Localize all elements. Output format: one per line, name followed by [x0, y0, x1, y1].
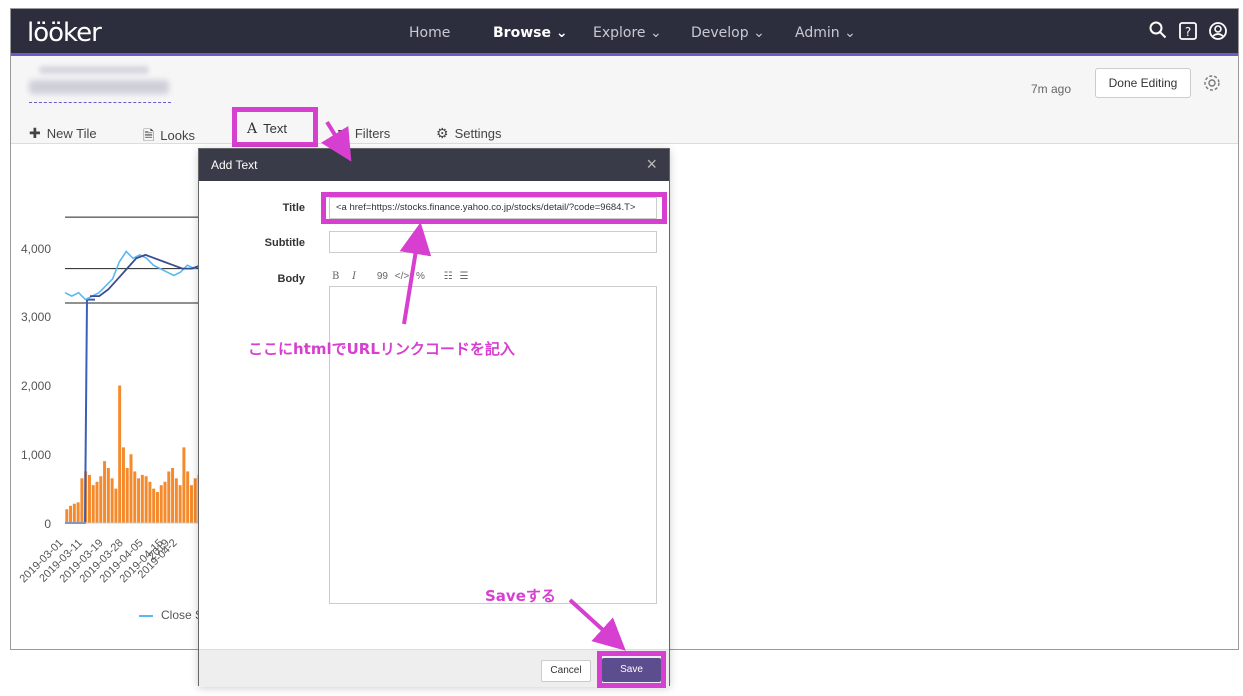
legend-swatch: [139, 615, 153, 617]
body-label: Body: [277, 273, 306, 285]
looker-logo[interactable]: lööker: [27, 18, 102, 48]
volume-bar: [182, 447, 186, 523]
volume-bar: [186, 471, 190, 523]
filters-button[interactable]: ▼ Filters: [335, 125, 390, 141]
title-edit-underline: [29, 102, 171, 103]
volume-bar: [69, 505, 73, 523]
settings-button[interactable]: ⚙ Settings: [436, 125, 502, 142]
volume-bar: [174, 478, 178, 523]
volume-bar: [137, 478, 141, 523]
save-note-annotation: Saveする: [485, 587, 556, 605]
search-icon[interactable]: [1146, 21, 1170, 45]
volume-bar: [152, 488, 156, 523]
chart-plot: [64, 216, 202, 524]
close-series-line: [64, 250, 202, 301]
volume-bar: [155, 492, 159, 523]
code-icon[interactable]: </>: [395, 271, 409, 282]
done-editing-button[interactable]: Done Editing: [1095, 68, 1191, 98]
nav-home[interactable]: Home: [409, 25, 450, 41]
bold-icon[interactable]: B: [332, 271, 339, 282]
volume-bar: [159, 485, 163, 523]
volume-bar: [133, 471, 137, 523]
volume-bar: [99, 476, 103, 523]
user-icon[interactable]: [1206, 21, 1230, 45]
editor-toolbar: B I 99 </> % ☷ ☰: [332, 271, 478, 282]
volume-bar: [106, 468, 110, 523]
new-tile-button[interactable]: ✚ New Tile: [29, 125, 97, 142]
subtitle-label: Subtitle: [264, 237, 305, 249]
volume-bar: [72, 503, 76, 523]
volume-bar: [76, 502, 80, 523]
gear-icon[interactable]: [1203, 74, 1221, 97]
volume-bar: [171, 468, 175, 523]
add-text-modal: Add Text × Title <a href=https://stocks.…: [198, 148, 670, 688]
volume-bar: [167, 471, 171, 523]
volume-bar: [114, 488, 118, 523]
nav-explore[interactable]: Explore ⌄: [593, 25, 662, 41]
help-icon[interactable]: ?: [1176, 21, 1200, 45]
nav-admin[interactable]: Admin ⌄: [795, 25, 856, 41]
ordered-list-icon[interactable]: ☰: [459, 271, 468, 282]
html-note-annotation: ここにhtmlでURLリンクコードを記入: [248, 340, 515, 358]
volume-bar: [121, 447, 125, 523]
volume-bar: [178, 485, 182, 523]
volume-bar: [189, 485, 193, 523]
modal-title: Add Text: [211, 158, 258, 172]
svg-text:?: ?: [1185, 25, 1191, 39]
cancel-button[interactable]: Cancel: [541, 660, 591, 682]
top-navbar: lööker Home Browse ⌄ Explore ⌄ Develop ⌄…: [11, 9, 1238, 56]
volume-bar: [118, 385, 122, 523]
volume-bar: [91, 485, 95, 523]
quote-icon[interactable]: 99: [377, 271, 388, 282]
sliders-icon: ⚙: [436, 125, 449, 141]
volume-bar: [144, 476, 148, 523]
volume-bar: [129, 454, 133, 523]
text-icon: A: [247, 121, 258, 137]
volume-bar: [125, 468, 129, 523]
text-button-highlight: A Text: [232, 107, 318, 147]
last-updated-text: 7m ago: [1031, 82, 1072, 96]
volume-bar: [140, 474, 144, 523]
body-textarea[interactable]: [329, 286, 657, 604]
modal-header: Add Text ×: [199, 149, 669, 181]
volume-bar: [65, 509, 69, 523]
volume-bar: [110, 478, 114, 523]
moving-average-line: [90, 253, 202, 298]
blurred-breadcrumb: [39, 66, 149, 74]
volume-bar: [148, 481, 152, 523]
document-icon: 🗎: [143, 127, 155, 143]
save-button[interactable]: Save: [602, 658, 661, 682]
filter-icon: ▼: [335, 125, 349, 141]
link-icon[interactable]: %: [416, 271, 425, 282]
volume-bar: [87, 474, 91, 523]
text-button[interactable]: A Text: [247, 121, 287, 137]
legend-label[interactable]: Close S: [161, 608, 203, 622]
blurred-dashboard-title[interactable]: [29, 80, 169, 94]
volume-bar: [95, 481, 99, 523]
unordered-list-icon[interactable]: ☷: [444, 271, 453, 282]
chart-tile: 4,000 3,000 2,000 1,000 0 2019-03-01 201…: [11, 145, 211, 649]
volume-bar: [103, 461, 107, 523]
volume-bar: [80, 478, 84, 523]
title-input[interactable]: <a href=https://stocks.finance.yahoo.co.…: [329, 197, 657, 219]
italic-icon[interactable]: I: [352, 271, 356, 282]
volume-bar: [193, 478, 197, 523]
title-label: Title: [282, 202, 305, 214]
nav-browse[interactable]: Browse ⌄: [493, 25, 568, 41]
volume-bar: [163, 481, 167, 523]
close-icon[interactable]: ×: [646, 154, 657, 175]
subtitle-input[interactable]: [329, 231, 657, 253]
plus-icon: ✚: [29, 125, 41, 141]
modal-footer: Cancel Save: [199, 649, 669, 688]
dashboard-header: 7m ago Done Editing ✚ New Tile 🗎 Looks A Te…: [11, 56, 1238, 147]
nav-develop[interactable]: Develop ⌄: [691, 25, 765, 41]
